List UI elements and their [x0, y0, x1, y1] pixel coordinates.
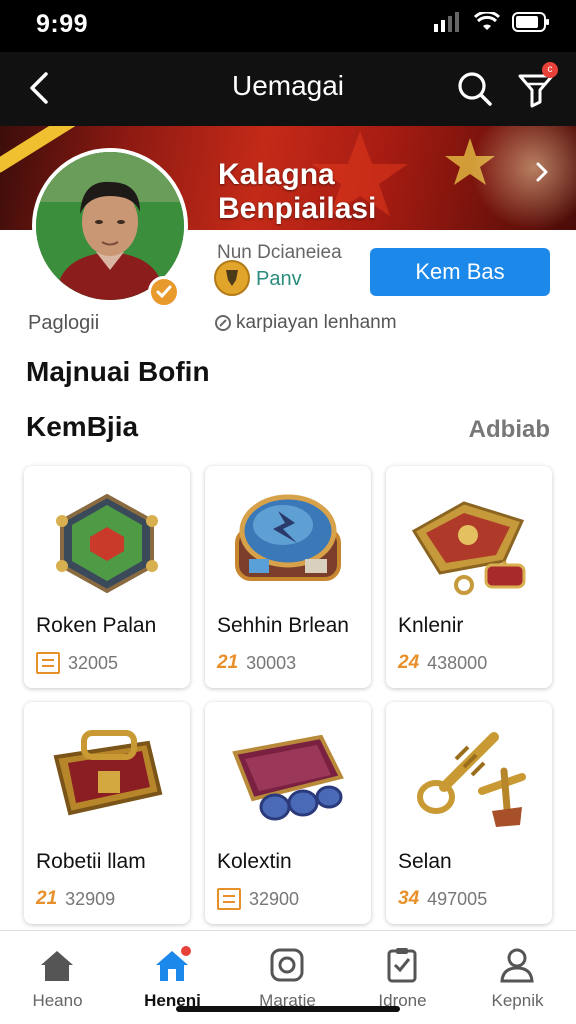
item-image [394, 712, 544, 842]
item-card[interactable]: Robetii llam 21 32909 [24, 702, 190, 924]
item-card[interactable]: Selan 34 497005 [386, 702, 552, 924]
search-icon[interactable] [452, 66, 496, 110]
item-price: 24 438000 [398, 652, 487, 674]
profile-name: Paglogii [28, 312, 100, 334]
item-image [213, 712, 363, 842]
signal-icon [434, 12, 459, 32]
wifi-icon [474, 12, 500, 30]
subsection-title: KemBjia [26, 411, 139, 442]
item-price-value: 438000 [427, 652, 488, 673]
verified-badge-icon [148, 276, 180, 308]
notification-badge: c [542, 62, 558, 78]
home-indicator [176, 1006, 400, 1012]
item-name: Kolextin [217, 850, 292, 873]
see-all-link[interactable]: Adbiab [469, 416, 550, 444]
item-name: Knlenir [398, 614, 464, 637]
item-image [394, 476, 544, 606]
price-tag-icon: 34 [398, 888, 420, 909]
item-price: 21 32909 [36, 888, 115, 910]
banner-title-line2: Benpiailasi [218, 192, 377, 225]
banner-glow [470, 126, 576, 230]
price-tag-icon: 21 [36, 888, 58, 909]
follow-button[interactable]: Kem Bas [370, 248, 550, 296]
header: Uemagai [0, 52, 576, 126]
item-image [32, 712, 182, 842]
profile-icon [500, 948, 534, 983]
profile-meta-text: karpiayan lenhanm [236, 312, 397, 333]
item-price-value: 32900 [249, 888, 300, 909]
location-icon [215, 315, 231, 331]
item-price-value: 497005 [427, 888, 488, 909]
section-title: Majnuai Bofin [26, 356, 210, 387]
item-name: Selan [398, 850, 452, 873]
home-icon [41, 951, 73, 981]
rank-label: Panv [256, 268, 302, 290]
item-price: 32005 [36, 652, 118, 674]
item-price: 32900 [217, 888, 299, 910]
item-price-value: 30003 [246, 652, 297, 673]
tab-home[interactable]: Heano [0, 931, 115, 1024]
tab-label: Kepnik [491, 991, 544, 1010]
profile-meta: karpiayan lenhanm [214, 312, 397, 334]
battery-icon [512, 12, 549, 32]
instagram-icon [270, 948, 304, 982]
item-price: 21 30003 [217, 652, 296, 674]
rank-badge-icon [214, 260, 250, 296]
item-card[interactable]: Sehhin Brlean 21 30003 [205, 466, 371, 688]
price-box-icon [36, 652, 60, 674]
tab-profile[interactable]: Kepnik [460, 931, 575, 1024]
item-name: Sehhin Brlean [217, 614, 349, 637]
home-icon [156, 946, 191, 981]
item-name: Robetii llam [36, 850, 146, 873]
price-box-icon [217, 888, 241, 910]
item-card[interactable]: Roken Palan 32005 [24, 466, 190, 688]
clipboard-icon [387, 948, 417, 983]
tab-label: Heano [32, 991, 83, 1010]
status-bar: 9:99 [0, 0, 576, 52]
chevron-right-icon[interactable] [530, 160, 554, 184]
item-image [213, 476, 363, 606]
item-price-value: 32909 [65, 888, 116, 909]
price-tag-icon: 24 [398, 652, 420, 673]
item-card[interactable]: Knlenir 24 438000 [386, 466, 552, 688]
status-time: 9:99 [36, 10, 89, 38]
banner-title: Kalagna Benpiailasi [218, 158, 376, 226]
item-card[interactable]: Kolextin 32900 [205, 702, 371, 924]
item-image [32, 476, 182, 606]
item-price: 34 497005 [398, 888, 487, 910]
item-name: Roken Palan [36, 614, 157, 637]
status-icons [432, 12, 550, 32]
price-tag-icon: 21 [217, 652, 239, 673]
banner-title-line1: Kalagna [218, 158, 335, 191]
item-price-value: 32005 [68, 652, 119, 673]
